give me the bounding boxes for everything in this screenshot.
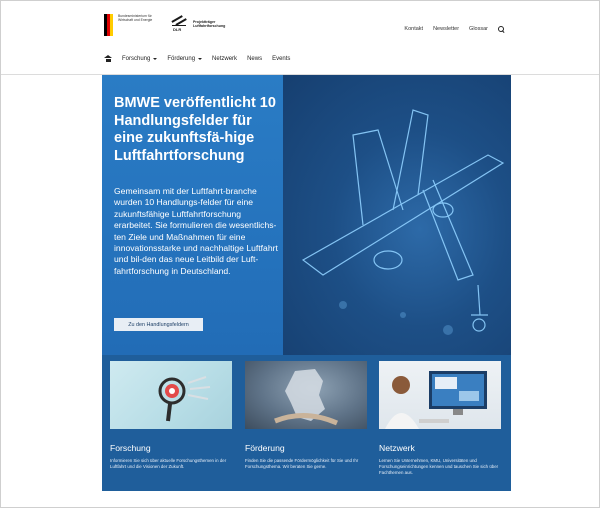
card-text: Finden Sie die passende Fördermöglichkei… [245, 458, 359, 470]
card-forschung[interactable]: Forschung Informieren Sie sich über aktu… [110, 361, 232, 470]
nav-item-news[interactable]: News [247, 56, 262, 62]
hero-text-panel: BMWE veröffentlicht 10 Handlungsfelder f… [102, 75, 283, 355]
card-title: Netzwerk [379, 443, 415, 453]
card-text: Lernen Sie Unternehmen, KMU, Universität… [379, 458, 499, 476]
dlr-logo-text: Projektträger Luftfahrtforschung [193, 19, 226, 28]
main-nav: Forschung Förderung Netzwerk News Events [104, 55, 290, 62]
handlungsfelder-button[interactable]: Zu den Handlungsfeldern [114, 318, 203, 331]
nav-item-forschung[interactable]: Forschung [122, 55, 158, 62]
chevron-down-icon [153, 57, 158, 60]
nav-item-label: Forschung [122, 55, 151, 62]
browser-frame: Bundesministerium für Wirtschaft und Ene… [0, 0, 600, 508]
nav-item-label: Events [272, 55, 291, 62]
card-image-forschung [110, 361, 232, 429]
person-at-monitor-icon [385, 371, 487, 429]
hero-body: Gemeinsam mit der Luftfahrt-branche wurd… [114, 186, 278, 276]
bmwe-logo-text: Bundesministerium für Wirtschaft und Ene… [118, 14, 153, 23]
hero-title: BMWE veröffentlicht 10 Handlungsfelder f… [114, 95, 276, 164]
federal-eagle-icon [104, 14, 114, 36]
magnifier-icon [158, 376, 211, 422]
card-foerderung[interactable]: Förderung Finden Sie die passende Förder… [245, 361, 367, 470]
card-title: Förderung [245, 443, 285, 453]
nav-item-foerderung[interactable]: Förderung [167, 55, 203, 62]
dlr-logo[interactable]: DLR Projektträger Luftfahrtforschung [169, 15, 231, 32]
link-kontakt[interactable]: Kontakt [404, 26, 423, 32]
top-links: Kontakt Newsletter Glossar [404, 26, 504, 32]
hero-banner: BMWE veröffentlicht 10 Handlungsfelder f… [102, 75, 511, 355]
nav-item-netzwerk[interactable]: Netzwerk [212, 56, 237, 62]
nav-item-label: Netzwerk [212, 55, 238, 62]
home-icon[interactable] [104, 55, 112, 62]
chevron-down-icon [198, 57, 203, 60]
bmwe-logo[interactable]: Bundesministerium für Wirtschaft und Ene… [104, 14, 162, 36]
link-glossar[interactable]: Glossar [469, 26, 488, 32]
card-image-foerderung [245, 361, 367, 429]
airplane-wireframe-icon [301, 109, 505, 335]
nav-item-label: News [247, 55, 263, 62]
card-text: Informieren Sie sich über aktuelle Forsc… [110, 458, 227, 470]
site-header: Bundesministerium für Wirtschaft und Ene… [1, 1, 599, 75]
dlr-logo-icon: DLR [169, 15, 189, 32]
search-icon[interactable] [498, 26, 504, 32]
germany-map-icon [274, 369, 339, 426]
dlr-mark-text: DLR [173, 27, 182, 32]
card-image-netzwerk [379, 361, 501, 429]
nav-item-label: Förderung [167, 55, 196, 62]
teaser-cards: Forschung Informieren Sie sich über aktu… [102, 355, 511, 491]
card-title: Forschung [110, 443, 151, 453]
nav-item-events[interactable]: Events [272, 56, 290, 62]
card-netzwerk[interactable]: Netzwerk Lernen Sie Unternehmen, KMU, Un… [379, 361, 501, 477]
hero-aircraft-image [283, 75, 511, 355]
link-newsletter[interactable]: Newsletter [433, 26, 459, 32]
